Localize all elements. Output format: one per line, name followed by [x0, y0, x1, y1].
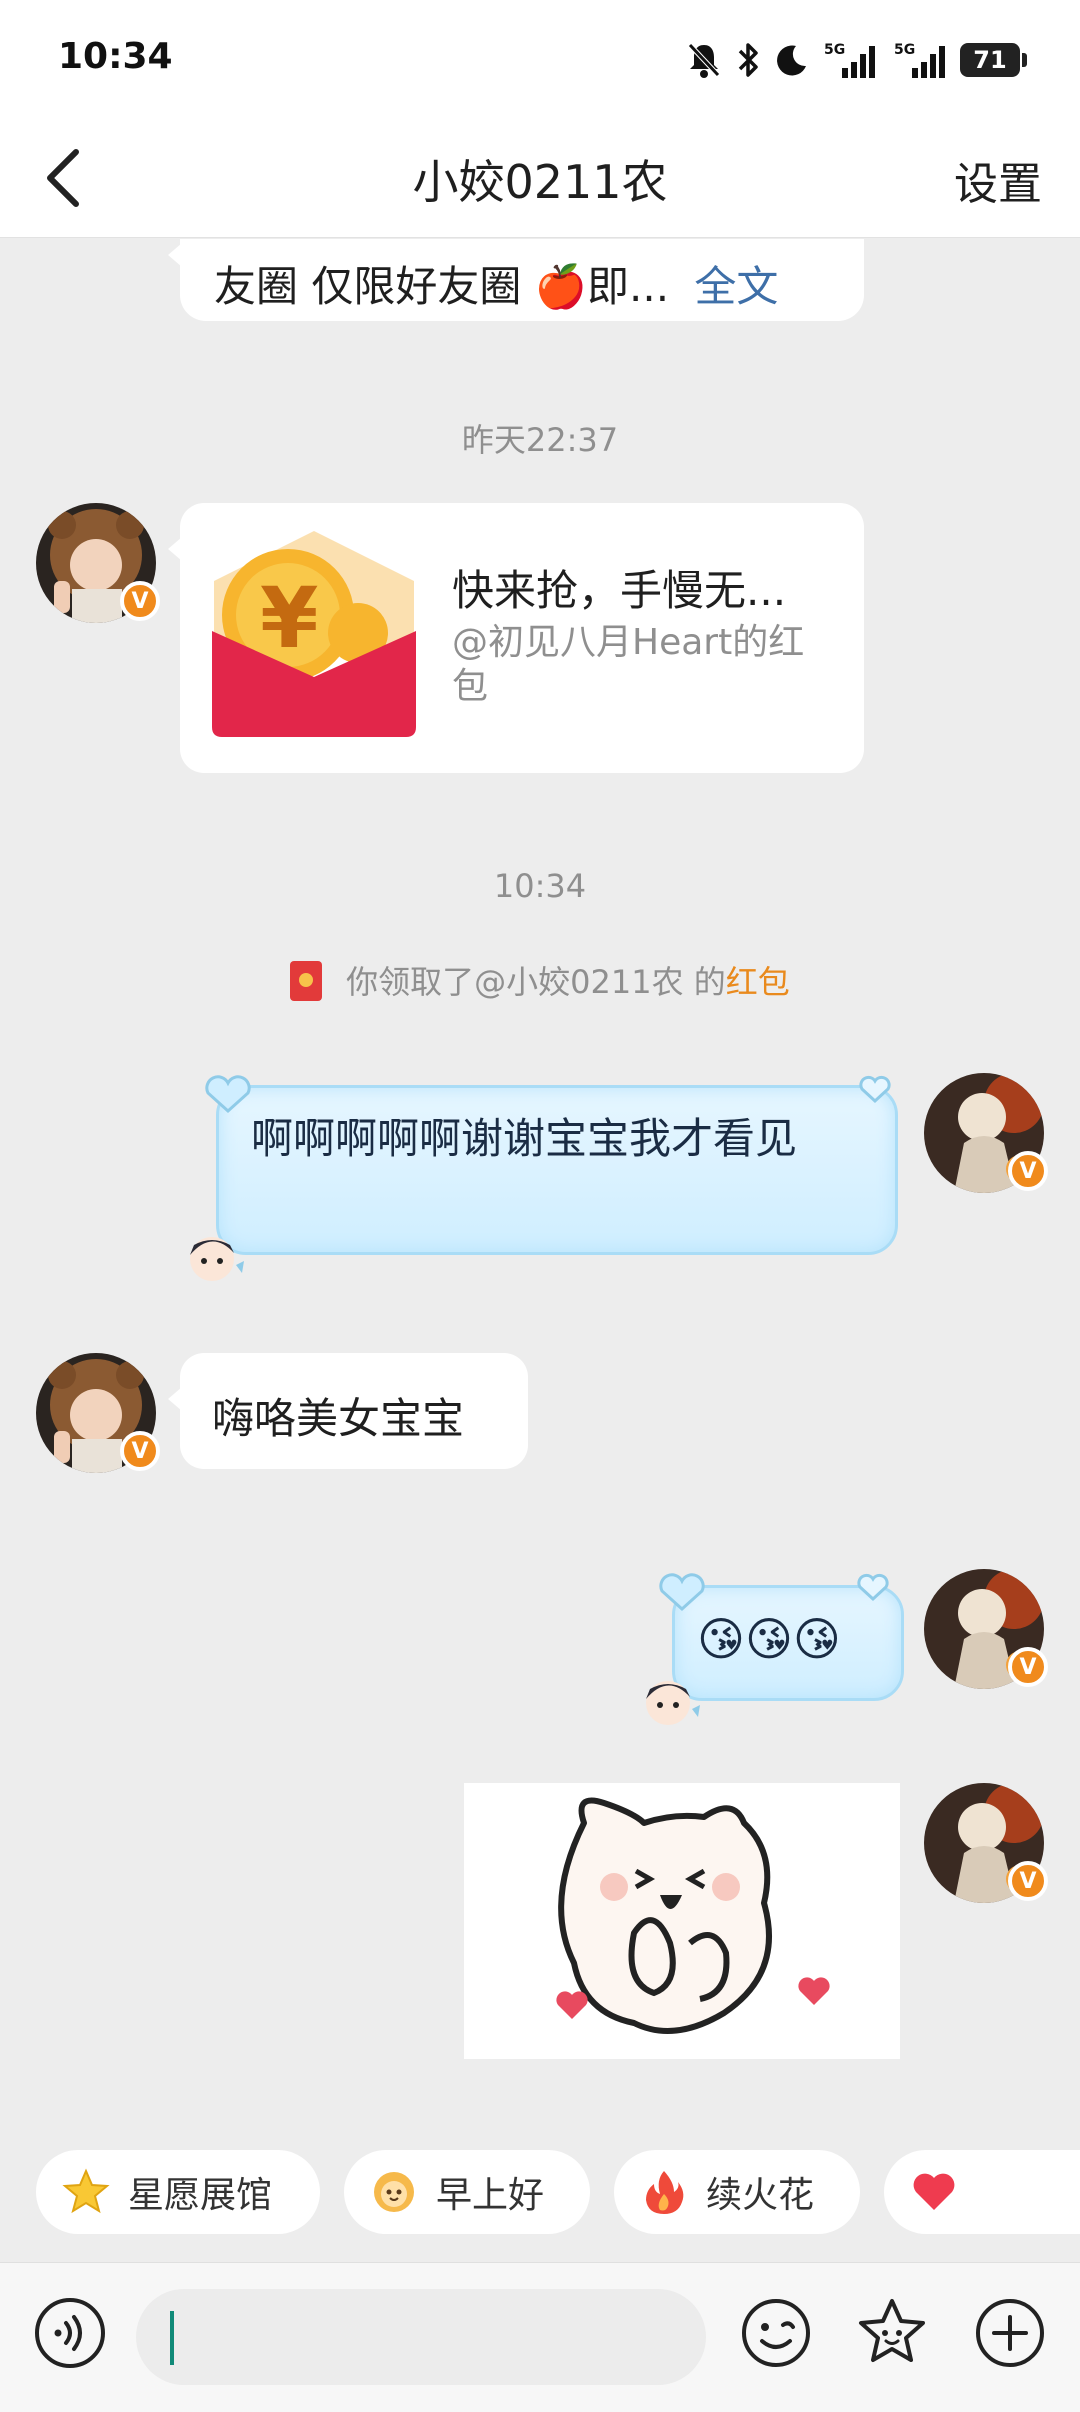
red-packet-card[interactable]: ¥ 快来抢，手慢无... @初见八月Heart的红包	[168, 503, 864, 773]
chip-continue-spark[interactable]: 续火花	[614, 2150, 860, 2234]
red-packet-sender: @初见八月Heart的红包	[452, 622, 805, 707]
chip-label: 星愿展馆	[128, 2175, 273, 2216]
shared-post-bubble[interactable]: 友圈 仅限好友圈 🍎即... 全文	[168, 239, 864, 321]
chip-heart[interactable]	[884, 2150, 1080, 2234]
svg-text:5G: 5G	[824, 42, 845, 58]
svg-text:5G: 5G	[894, 42, 915, 58]
fire-icon	[640, 2168, 688, 2216]
timestamp: 10:34	[493, 867, 587, 905]
heart-icon	[910, 2168, 958, 2216]
red-packet-received-notice: 你领取了@小姣0211农 的红包	[0, 957, 1080, 1003]
red-packet-link[interactable]: 红包	[726, 963, 790, 1001]
heart-bubble-decoration	[205, 1075, 251, 1114]
verified-badge: V	[120, 581, 160, 621]
emoji-message: 😘😘😘	[697, 1612, 841, 1666]
friend-avatar[interactable]: V	[36, 503, 160, 623]
plus-icon[interactable]	[972, 2295, 1048, 2371]
chip-star-gallery[interactable]: 星愿展馆	[36, 2150, 320, 2234]
heart-bubble-decoration	[859, 1075, 891, 1104]
sticker-star-icon[interactable]	[854, 2295, 930, 2371]
quick-reply-chips: 星愿展馆 早上好 续火花	[0, 2150, 1080, 2234]
mute-bell-icon	[686, 40, 722, 80]
sticker-message[interactable]	[464, 1783, 900, 2059]
settings-button[interactable]: 设置	[954, 148, 1042, 212]
signal-5g-icon: 5G	[824, 40, 876, 80]
red-packet-title: 快来抢，手慢无...	[452, 566, 787, 615]
status-icons: 5G 5G 71	[686, 38, 1027, 82]
chip-label: 早上好	[436, 2175, 545, 2216]
red-packet-small-icon	[290, 961, 323, 1001]
read-more-link[interactable]: 全文	[694, 262, 778, 311]
star-icon	[62, 2168, 110, 2216]
heart-bubble-decoration	[659, 1573, 705, 1612]
timestamp: 昨天22:37	[461, 421, 619, 459]
emoji-icon[interactable]	[738, 2295, 814, 2371]
signal-5g-icon-2: 5G	[890, 40, 946, 80]
sun-face-icon	[370, 2168, 418, 2216]
input-bar	[0, 2262, 1080, 2412]
chip-good-morning[interactable]: 早上好	[344, 2150, 590, 2234]
friend-avatar[interactable]: V	[36, 1353, 160, 1473]
verified-badge: V	[120, 1431, 160, 1471]
moon-icon	[774, 40, 810, 80]
svg-text:¥: ¥	[260, 569, 318, 667]
friend-message-bubble[interactable]: 嗨咯美女宝宝	[168, 1353, 528, 1469]
battery-indicator: 71	[960, 43, 1027, 77]
chat-title: 小姣0211农	[412, 155, 668, 209]
my-message-bubble[interactable]: 啊啊啊啊啊谢谢宝宝我才看见	[216, 1085, 898, 1255]
verified-badge: V	[1008, 1151, 1048, 1191]
status-bar: 10:34 5G 5G 71	[0, 0, 1080, 118]
chip-label: 续火花	[706, 2175, 815, 2216]
my-avatar[interactable]: V	[924, 1569, 1048, 1689]
my-avatar[interactable]: V	[924, 1783, 1048, 1903]
chat-header: 小姣0211农 设置	[0, 118, 1080, 238]
cat-sticker-image	[556, 1797, 830, 2034]
verified-badge: V	[1008, 1647, 1048, 1687]
chibi-sticker-decoration	[646, 1681, 700, 1725]
message-input[interactable]	[136, 2289, 706, 2385]
friend-message-text: 嗨咯美女宝宝	[212, 1394, 465, 1443]
status-time: 10:34	[58, 36, 173, 77]
red-packet-icon: ¥	[212, 531, 416, 737]
chat-messages[interactable]: 友圈 仅限好友圈 🍎即... 全文 昨天22:37 V ¥ 快来抢，手慢无...…	[0, 239, 1080, 2119]
heart-bubble-decoration	[857, 1573, 889, 1602]
verified-badge: V	[1008, 1861, 1048, 1901]
text-cursor	[170, 2311, 174, 2365]
voice-icon[interactable]	[32, 2295, 108, 2371]
notice-text: 你领取了@小姣0211农 的	[346, 963, 726, 1001]
chibi-sticker-decoration	[190, 1237, 244, 1281]
bluetooth-icon	[736, 40, 760, 80]
post-snippet: 友圈 仅限好友圈 🍎即...	[214, 262, 670, 311]
my-avatar[interactable]: V	[924, 1073, 1048, 1193]
my-message-text: 啊啊啊啊啊谢谢宝宝我才看见	[251, 1114, 798, 1163]
